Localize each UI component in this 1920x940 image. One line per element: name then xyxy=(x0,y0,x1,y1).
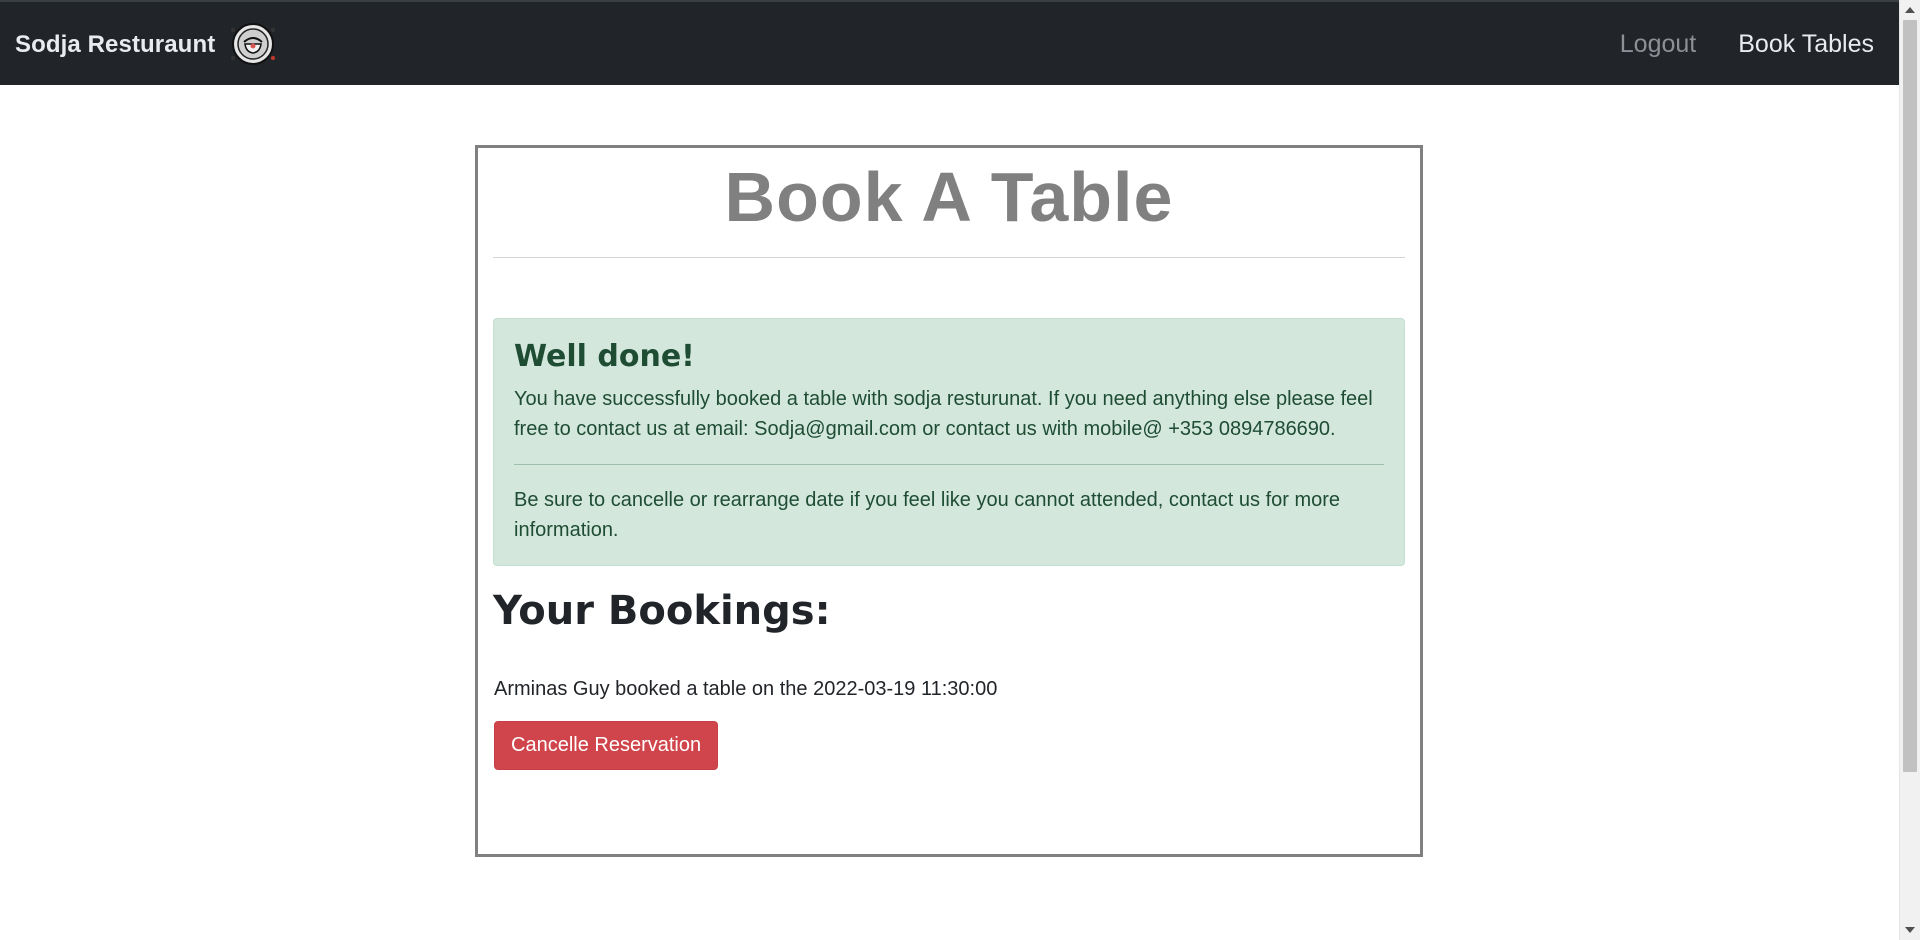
booking-item: Arminas Guy booked a table on the 2022-0… xyxy=(493,678,1405,770)
scroll-up-arrow-icon[interactable] xyxy=(1905,7,1915,13)
logout-link[interactable]: Logout xyxy=(1620,30,1696,59)
brand-link[interactable]: Sodja Resturaunt xyxy=(15,23,279,66)
alert-heading: Well done! xyxy=(514,339,695,374)
bookings-heading: Your Bookings: xyxy=(493,588,831,634)
cancel-reservation-button[interactable]: Cancelle Reservation xyxy=(494,721,719,770)
alert-divider xyxy=(514,464,1384,465)
success-alert: Well done! You have successfully booked … xyxy=(493,318,1405,566)
top-navbar: Sodja Resturaunt Logout Book Tables xyxy=(0,0,1899,85)
alert-message: You have successfully booked a table wit… xyxy=(514,388,1373,440)
restaurant-logo-icon xyxy=(231,23,276,65)
booking-card: Book A Table Well done! You have success… xyxy=(475,145,1423,857)
alert-note: Be sure to cancelle or rearrange date if… xyxy=(514,489,1341,541)
page: Sodja Resturaunt Logout Book Tables Book… xyxy=(0,0,1920,940)
booking-details: Arminas Guy booked a table on the 2022-0… xyxy=(494,678,998,700)
brand-name: Sodja Resturaunt xyxy=(15,31,216,58)
book-tables-link[interactable]: Book Tables xyxy=(1738,30,1874,59)
vertical-scrollbar[interactable] xyxy=(1899,0,1920,940)
page-title: Book A Table xyxy=(724,158,1174,236)
nav-links: Logout Book Tables xyxy=(1578,30,1874,59)
scroll-down-arrow-icon[interactable] xyxy=(1905,927,1915,933)
title-divider xyxy=(493,257,1405,258)
scroll-thumb[interactable] xyxy=(1903,20,1917,772)
